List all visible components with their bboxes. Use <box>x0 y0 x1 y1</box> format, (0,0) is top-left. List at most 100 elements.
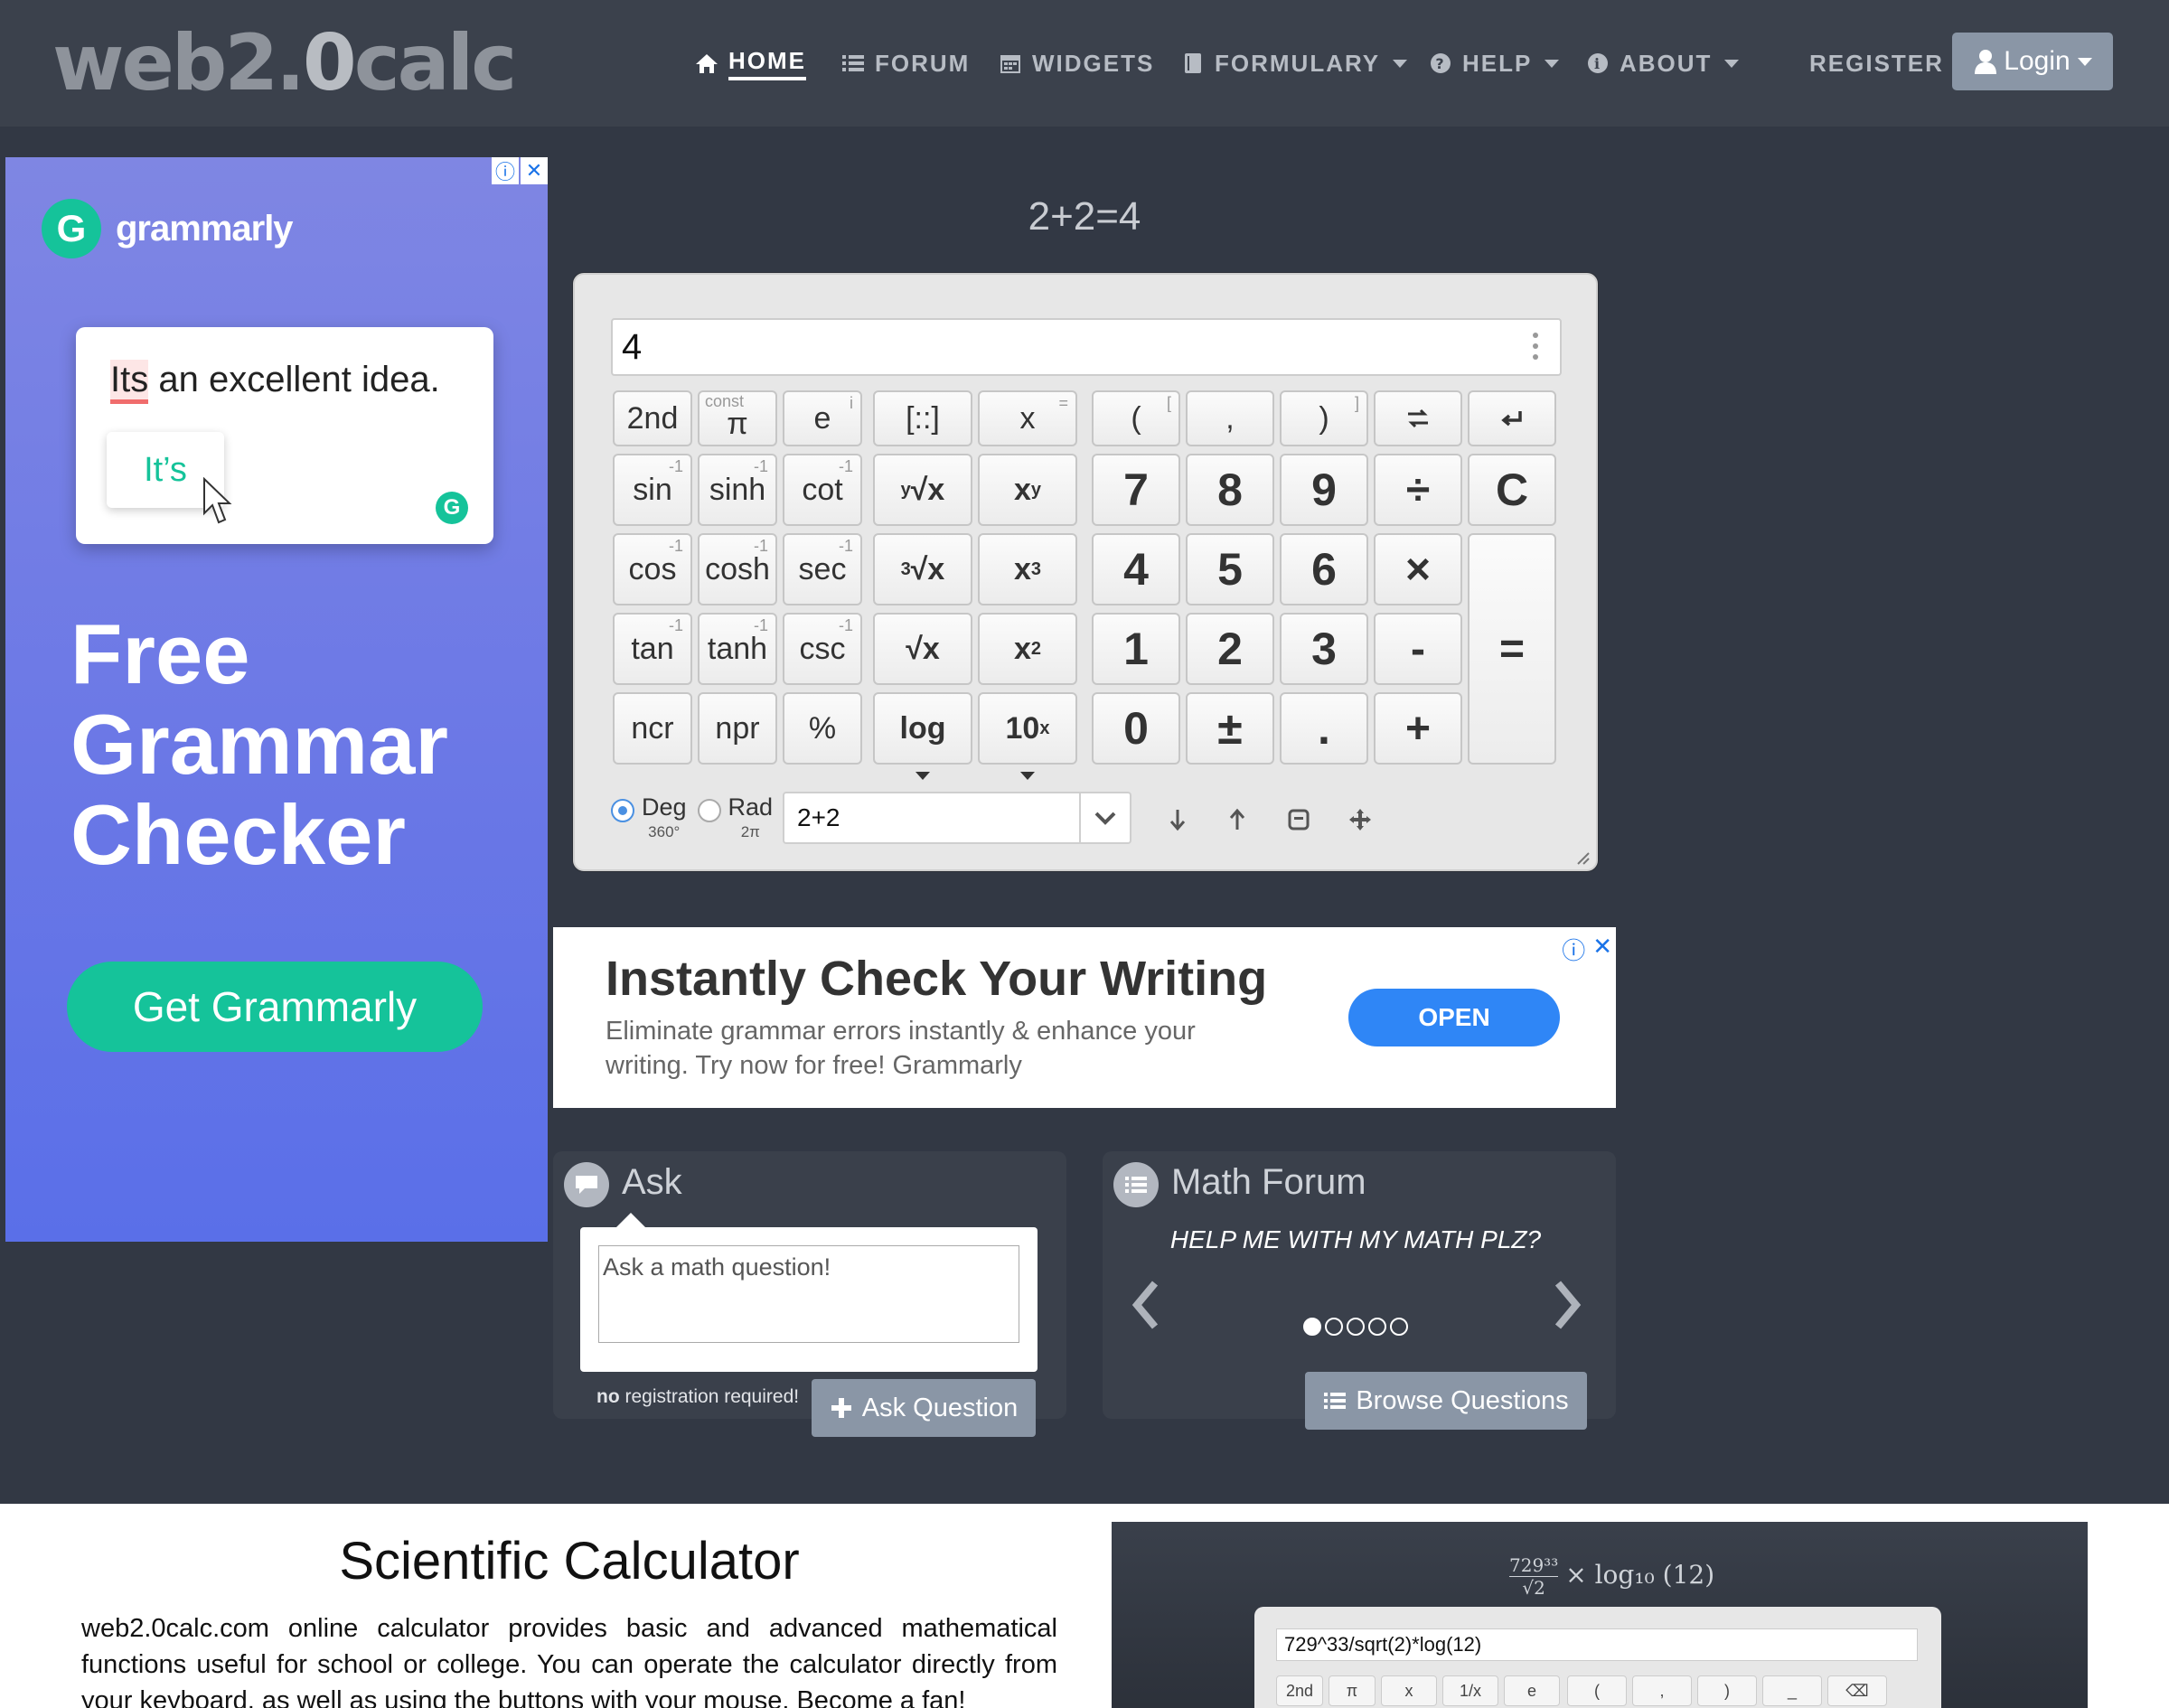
key-sin[interactable]: sin -1 <box>613 454 692 526</box>
key-cosh[interactable]: cosh -1 <box>698 533 777 605</box>
chevron-right-icon[interactable] <box>1549 1278 1585 1332</box>
key-divide[interactable]: ÷ <box>1374 454 1462 526</box>
nav-widgets[interactable]: WIDGETS <box>998 43 1154 83</box>
key-left-paren[interactable]: ([ <box>1092 390 1180 446</box>
key-multiply[interactable]: × <box>1374 533 1462 605</box>
key-x-power-y[interactable]: xy <box>978 454 1077 526</box>
math-forum-title: Math Forum <box>1171 1162 1366 1202</box>
nav-forum[interactable]: FORUM <box>840 43 970 83</box>
section-description: web2.0calc.com online calculator provide… <box>81 1614 1057 1708</box>
nav-help[interactable]: ? HELP <box>1428 43 1560 83</box>
key-cos[interactable]: cos -1 <box>613 533 692 605</box>
key-npr[interactable]: npr <box>698 692 777 765</box>
key-plus[interactable]: + <box>1374 692 1462 765</box>
rad-radio[interactable] <box>697 799 721 822</box>
key-comma[interactable]: , <box>1186 390 1274 446</box>
ask-question-button[interactable]: Ask Question <box>812 1379 1036 1437</box>
key-2[interactable]: 2 <box>1186 613 1274 685</box>
chevron-left-icon[interactable] <box>1128 1278 1164 1332</box>
key-tan[interactable]: tan -1 <box>613 613 692 685</box>
grammarly-side-ad[interactable]: ⓘ ✕ G grammarly Its an excellent idea. I… <box>5 157 548 1242</box>
banner-ad-open-button[interactable]: OPEN <box>1348 989 1560 1046</box>
key-minus[interactable]: - <box>1374 613 1462 685</box>
site-logo[interactable]: web2.0calc <box>52 20 517 107</box>
key-3[interactable]: 3 <box>1280 613 1368 685</box>
carousel-dot[interactable] <box>1390 1318 1408 1336</box>
key-sinh[interactable]: sinh -1 <box>698 454 777 526</box>
key-csc[interactable]: csc -1 <box>783 613 862 685</box>
key-cube-root-x[interactable]: 3 √x <box>873 533 972 605</box>
key-1[interactable]: 1 <box>1092 613 1180 685</box>
get-grammarly-button[interactable]: Get Grammarly <box>67 962 483 1052</box>
key-plus-minus[interactable]: ± <box>1186 692 1274 765</box>
key-x[interactable]: x = <box>978 390 1077 446</box>
key-log[interactable]: log <box>873 692 972 765</box>
history-clear-button[interactable] <box>1285 806 1312 833</box>
ad-info-icon[interactable]: ⓘ <box>1562 933 1585 966</box>
key-x-squared[interactable]: x2 <box>978 613 1077 685</box>
chevron-down-icon <box>1724 59 1740 68</box>
history-up-button[interactable] <box>1224 806 1251 833</box>
chat-bubble-icon <box>564 1162 609 1207</box>
key-8[interactable]: 8 <box>1186 454 1274 526</box>
preview-formula: 729³³ √2 × log₁₀ (12) <box>1509 1554 1715 1599</box>
key-sec[interactable]: sec -1 <box>783 533 862 605</box>
key-9[interactable]: 9 <box>1280 454 1368 526</box>
grammarly-banner-ad[interactable]: ⓘ ✕ Instantly Check Your Writing Eliminat… <box>553 927 1616 1108</box>
key-5[interactable]: 5 <box>1186 533 1274 605</box>
nav-formulary[interactable]: FORMULARY <box>1180 43 1408 83</box>
ad-brand-name: grammarly <box>116 208 294 249</box>
key-const-pi[interactable]: const π <box>698 390 777 446</box>
forum-question-link[interactable]: HELP ME WITH MY MATH PLZ? <box>1157 1222 1554 1258</box>
nav-home[interactable]: HOME <box>694 43 806 83</box>
key-swap[interactable] <box>1374 390 1462 446</box>
deg-radio[interactable] <box>611 799 634 822</box>
carousel-dots <box>1303 1318 1412 1336</box>
key-backspace[interactable] <box>1468 390 1556 446</box>
carousel-dot[interactable] <box>1368 1318 1386 1336</box>
key-tanh[interactable]: tanh -1 <box>698 613 777 685</box>
calc-display[interactable]: 4 <box>611 318 1562 376</box>
history-dropdown-button[interactable] <box>1079 792 1131 844</box>
carousel-dot[interactable] <box>1347 1318 1365 1336</box>
move-calculator-button[interactable] <box>1347 806 1374 833</box>
ad-badges: ⓘ ✕ <box>490 157 548 184</box>
log-menu-caret-icon[interactable] <box>915 772 930 780</box>
ad-info-icon[interactable]: ⓘ <box>492 157 519 184</box>
ask-question-textarea[interactable]: Ask a math question! <box>598 1245 1019 1343</box>
key-square-root[interactable]: √x <box>873 613 972 685</box>
display-menu-icon[interactable] <box>1533 333 1538 360</box>
key-matrix[interactable]: [::] <box>873 390 972 446</box>
ad-close-icon[interactable]: ✕ <box>521 157 548 184</box>
key-4[interactable]: 4 <box>1092 533 1180 605</box>
nav-about[interactable]: i ABOUT <box>1585 43 1740 83</box>
key-clear[interactable]: C <box>1468 454 1556 526</box>
home-icon <box>696 54 718 73</box>
ad-close-icon[interactable]: ✕ <box>1592 933 1612 966</box>
power-menu-caret-icon[interactable] <box>1020 772 1035 780</box>
key-ten-power-x[interactable]: 10 x <box>978 692 1077 765</box>
resize-handle-icon[interactable] <box>1576 851 1591 866</box>
carousel-dot[interactable] <box>1325 1318 1343 1336</box>
history-down-button[interactable] <box>1164 806 1191 833</box>
carousel-dot[interactable] <box>1303 1318 1321 1336</box>
key-cot[interactable]: cot -1 <box>783 454 862 526</box>
key-0[interactable]: 0 <box>1092 692 1180 765</box>
register-link[interactable]: REGISTER <box>1809 43 1944 83</box>
key-decimal[interactable]: . <box>1280 692 1368 765</box>
history-input[interactable]: 2+2 <box>783 792 1081 844</box>
key-7[interactable]: 7 <box>1092 454 1180 526</box>
login-button[interactable]: Login <box>1952 33 2113 90</box>
key-percent[interactable]: % <box>783 692 862 765</box>
history-box-icon <box>1288 809 1310 831</box>
browse-questions-button[interactable]: Browse Questions <box>1305 1372 1587 1430</box>
key-2nd[interactable]: 2nd <box>613 390 692 446</box>
key-6[interactable]: 6 <box>1280 533 1368 605</box>
key-equals[interactable]: = <box>1468 533 1556 765</box>
key-e[interactable]: ei <box>783 390 862 446</box>
key-right-paren[interactable]: )] <box>1280 390 1368 446</box>
top-navbar: web2.0calc HOME FORUM WIDGETS FORMULARY … <box>0 0 2169 127</box>
key-y-root-x[interactable]: y √x <box>873 454 972 526</box>
key-ncr[interactable]: ncr <box>613 692 692 765</box>
key-x-cubed[interactable]: x3 <box>978 533 1077 605</box>
